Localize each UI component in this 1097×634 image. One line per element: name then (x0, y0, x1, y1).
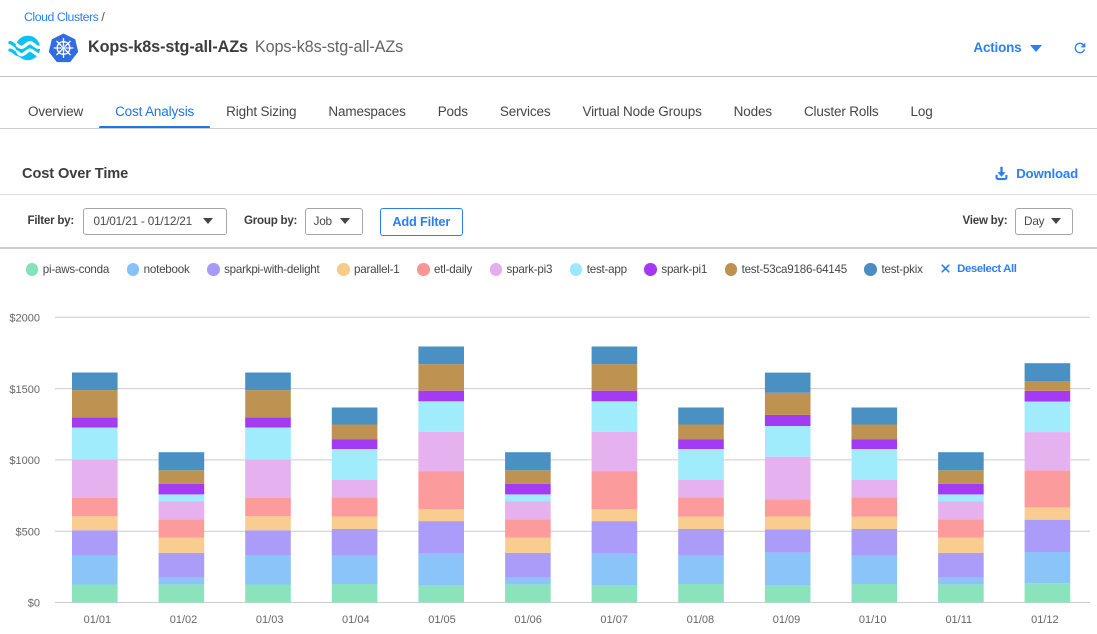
svg-text:01/09: 01/09 (773, 614, 801, 626)
svg-text:01/08: 01/08 (687, 614, 715, 626)
svg-text:$500: $500 (16, 526, 40, 538)
svg-text:01/04: 01/04 (342, 614, 370, 626)
svg-text:01/11: 01/11 (945, 614, 972, 626)
svg-text:01/03: 01/03 (256, 614, 284, 626)
svg-text:01/10: 01/10 (859, 614, 887, 626)
svg-text:$1500: $1500 (9, 384, 40, 396)
svg-text:$0: $0 (28, 598, 40, 610)
svg-text:01/02: 01/02 (170, 614, 198, 626)
svg-text:01/07: 01/07 (600, 614, 628, 626)
svg-text:01/06: 01/06 (514, 614, 542, 626)
svg-text:01/12: 01/12 (1031, 614, 1059, 626)
svg-text:$2000: $2000 (9, 313, 40, 325)
svg-text:01/01: 01/01 (84, 614, 112, 626)
svg-text:$1000: $1000 (9, 455, 40, 467)
svg-text:01/05: 01/05 (428, 614, 456, 626)
